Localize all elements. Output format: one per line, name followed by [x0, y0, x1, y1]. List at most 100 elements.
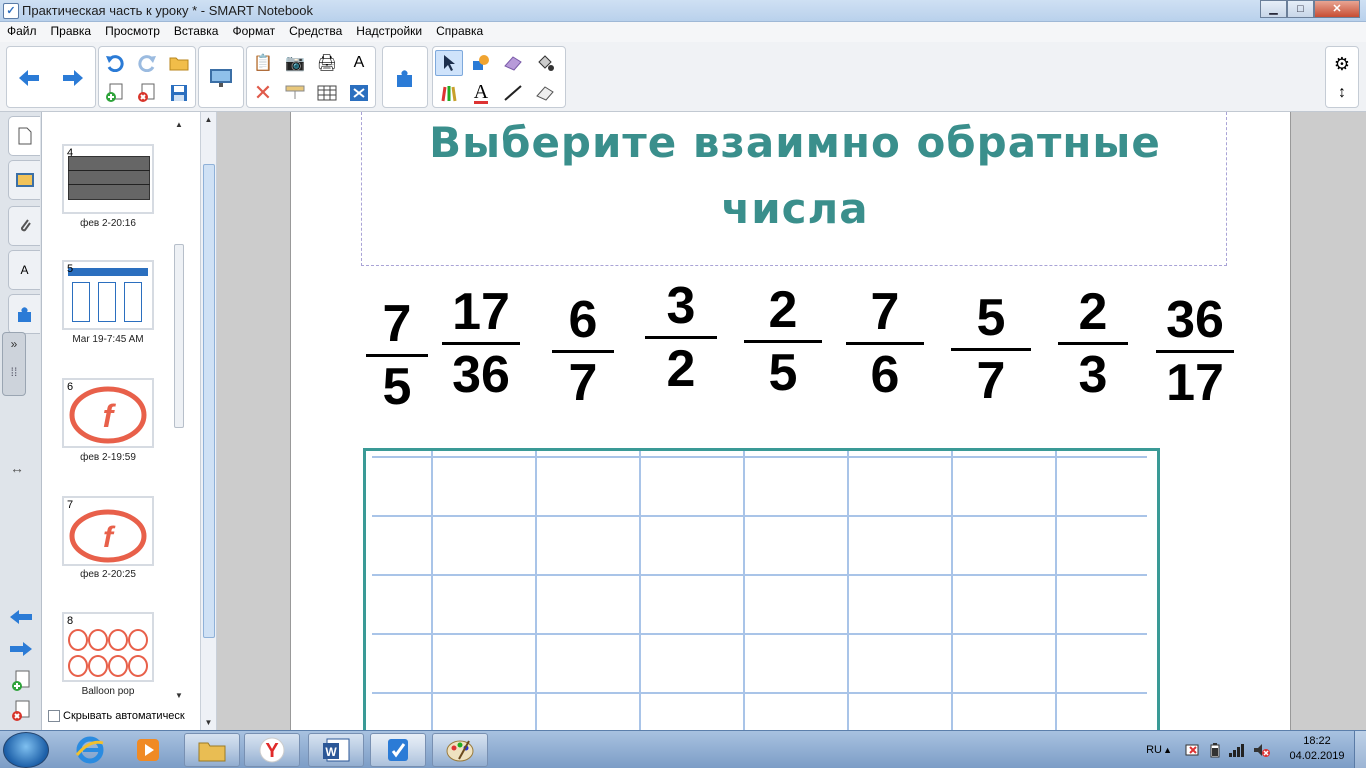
fill-icon[interactable]	[531, 50, 559, 76]
network-signal-icon[interactable]	[1228, 731, 1246, 768]
document-camera-icon[interactable]: 🖨	[313, 50, 341, 76]
show-desktop-button[interactable]	[1354, 731, 1366, 768]
page-thumbnail-6[interactable]: f 6	[62, 378, 154, 448]
answer-grid[interactable]	[363, 448, 1160, 730]
scroll-up-icon[interactable]: ▲	[201, 115, 216, 124]
next-page-icon[interactable]	[8, 640, 34, 661]
show-hidden-icons[interactable]: ▲	[1163, 731, 1172, 768]
delete-page-side-icon[interactable]	[10, 700, 32, 725]
table-icon[interactable]	[313, 80, 341, 106]
fraction[interactable]: 7 6	[845, 284, 925, 403]
sorter-scrollbar[interactable]: ▲ ▼	[172, 120, 186, 700]
screenshot-camera-icon[interactable]: 📷	[281, 50, 309, 76]
menu-edit[interactable]: Правка	[44, 22, 99, 42]
shapes-icon[interactable]	[467, 50, 495, 76]
page-thumbnail-7[interactable]: f 7	[62, 496, 154, 566]
smart-notebook-icon[interactable]	[370, 733, 426, 767]
paint-icon[interactable]	[432, 733, 488, 767]
redo-icon[interactable]	[133, 50, 161, 76]
fraction[interactable]: 2 5	[743, 282, 823, 401]
page-thumbnail-5[interactable]: 5	[62, 260, 154, 330]
add-page-side-icon[interactable]	[10, 670, 32, 695]
action-center-icon[interactable]	[1184, 731, 1200, 768]
heading-line-1: Выберите взаимно обратные	[429, 118, 1161, 167]
sorter-scroll-thumb[interactable]	[174, 244, 184, 428]
heading-line-2: числа	[721, 184, 869, 233]
menu-insert[interactable]: Вставка	[167, 22, 226, 42]
spell-check-icon[interactable]: A	[345, 50, 373, 76]
fraction[interactable]: 7 5	[357, 296, 437, 415]
menu-view[interactable]: Просмотр	[98, 22, 167, 42]
magic-eraser-icon[interactable]	[531, 80, 559, 106]
select-pointer-icon[interactable]	[435, 50, 463, 76]
paste-icon[interactable]: 📋	[249, 50, 277, 76]
file-explorer-icon[interactable]	[184, 733, 240, 767]
main-scroll-thumb[interactable]	[203, 164, 215, 638]
gallery-icon[interactable]	[8, 160, 40, 200]
denominator: 7	[568, 354, 598, 412]
close-button[interactable]: ✕	[1314, 0, 1360, 18]
battery-icon[interactable]	[1210, 731, 1220, 768]
whiteboard-page[interactable]: Выберите взаимно обратные числа 7 5 17 3…	[290, 112, 1291, 730]
menu-addons[interactable]: Надстройки	[349, 22, 429, 42]
start-button[interactable]	[3, 732, 49, 768]
attachments-icon[interactable]	[8, 206, 40, 246]
fraction[interactable]: 36 17	[1155, 292, 1235, 411]
addons-icon[interactable]	[8, 294, 40, 334]
maximize-button[interactable]: □	[1287, 0, 1314, 18]
language-indicator[interactable]: RU	[1146, 731, 1162, 768]
page-sorter-icon[interactable]	[8, 116, 40, 156]
title-box[interactable]: Выберите взаимно обратные числа	[361, 112, 1227, 266]
pens-icon[interactable]	[435, 80, 463, 106]
text-icon[interactable]: A	[467, 80, 495, 106]
menu-file[interactable]: Файл	[0, 22, 44, 42]
undo-icon[interactable]	[101, 50, 129, 76]
internet-explorer-icon[interactable]	[62, 733, 118, 767]
properties-icon[interactable]: A	[8, 250, 40, 290]
delete-x-icon[interactable]: ✕	[249, 80, 277, 106]
scroll-down-icon[interactable]: ▼	[172, 691, 186, 700]
fraction[interactable]: 5 7	[951, 290, 1031, 409]
minimize-button[interactable]: ▁	[1260, 0, 1287, 18]
collapse-sidebar-handle[interactable]: » ⁞⁞	[2, 332, 26, 396]
scroll-up-icon[interactable]: ▲	[172, 120, 186, 129]
puzzle-piece-icon[interactable]	[391, 65, 419, 91]
eraser-icon[interactable]	[499, 50, 527, 76]
menu-format[interactable]: Формат	[225, 22, 282, 42]
fraction[interactable]: 3 2	[641, 278, 721, 397]
screen-shade-icon[interactable]	[281, 80, 309, 106]
page-thumbnail-4[interactable]: 4	[62, 144, 154, 214]
fraction[interactable]: 2 3	[1053, 284, 1133, 403]
toolbar-group-addons	[382, 46, 428, 108]
add-page-icon[interactable]	[101, 80, 129, 106]
system-clock[interactable]: 18:22 04.02.2019	[1282, 734, 1352, 764]
resize-handle-icon[interactable]: ↔	[10, 460, 24, 476]
media-player-icon[interactable]	[120, 733, 176, 767]
numerator: 7	[382, 295, 412, 353]
move-toolbar-icon[interactable]: ↕	[1328, 80, 1356, 106]
volume-muted-icon[interactable]	[1252, 731, 1270, 768]
autohide-option[interactable]: Скрывать автоматическ	[48, 710, 185, 722]
word-icon[interactable]: W	[308, 733, 364, 767]
previous-page-icon[interactable]	[8, 608, 34, 629]
screen-display-icon[interactable]	[207, 65, 235, 91]
fit-screen-icon[interactable]	[345, 80, 373, 106]
main-scrollbar[interactable]: ▲ ▼	[200, 112, 217, 730]
autohide-checkbox[interactable]	[48, 710, 60, 722]
save-icon[interactable]	[165, 80, 193, 106]
menu-tools[interactable]: Средства	[282, 22, 349, 42]
line-icon[interactable]	[499, 80, 527, 106]
numerator: 7	[870, 283, 900, 341]
delete-page-icon[interactable]	[133, 80, 161, 106]
yandex-browser-icon[interactable]: Y	[244, 733, 300, 767]
fraction[interactable]: 6 7	[543, 292, 623, 411]
back-arrow-icon[interactable]	[15, 65, 43, 91]
forward-arrow-icon[interactable]	[59, 65, 87, 91]
page-thumbnail-8[interactable]: 8	[62, 612, 154, 682]
gear-icon[interactable]: ⚙	[1328, 51, 1356, 77]
menu-help[interactable]: Справка	[429, 22, 490, 42]
grid-lines	[372, 451, 1147, 730]
scroll-down-icon[interactable]: ▼	[201, 718, 216, 727]
open-folder-icon[interactable]	[165, 50, 193, 76]
fraction[interactable]: 17 36	[441, 284, 521, 403]
